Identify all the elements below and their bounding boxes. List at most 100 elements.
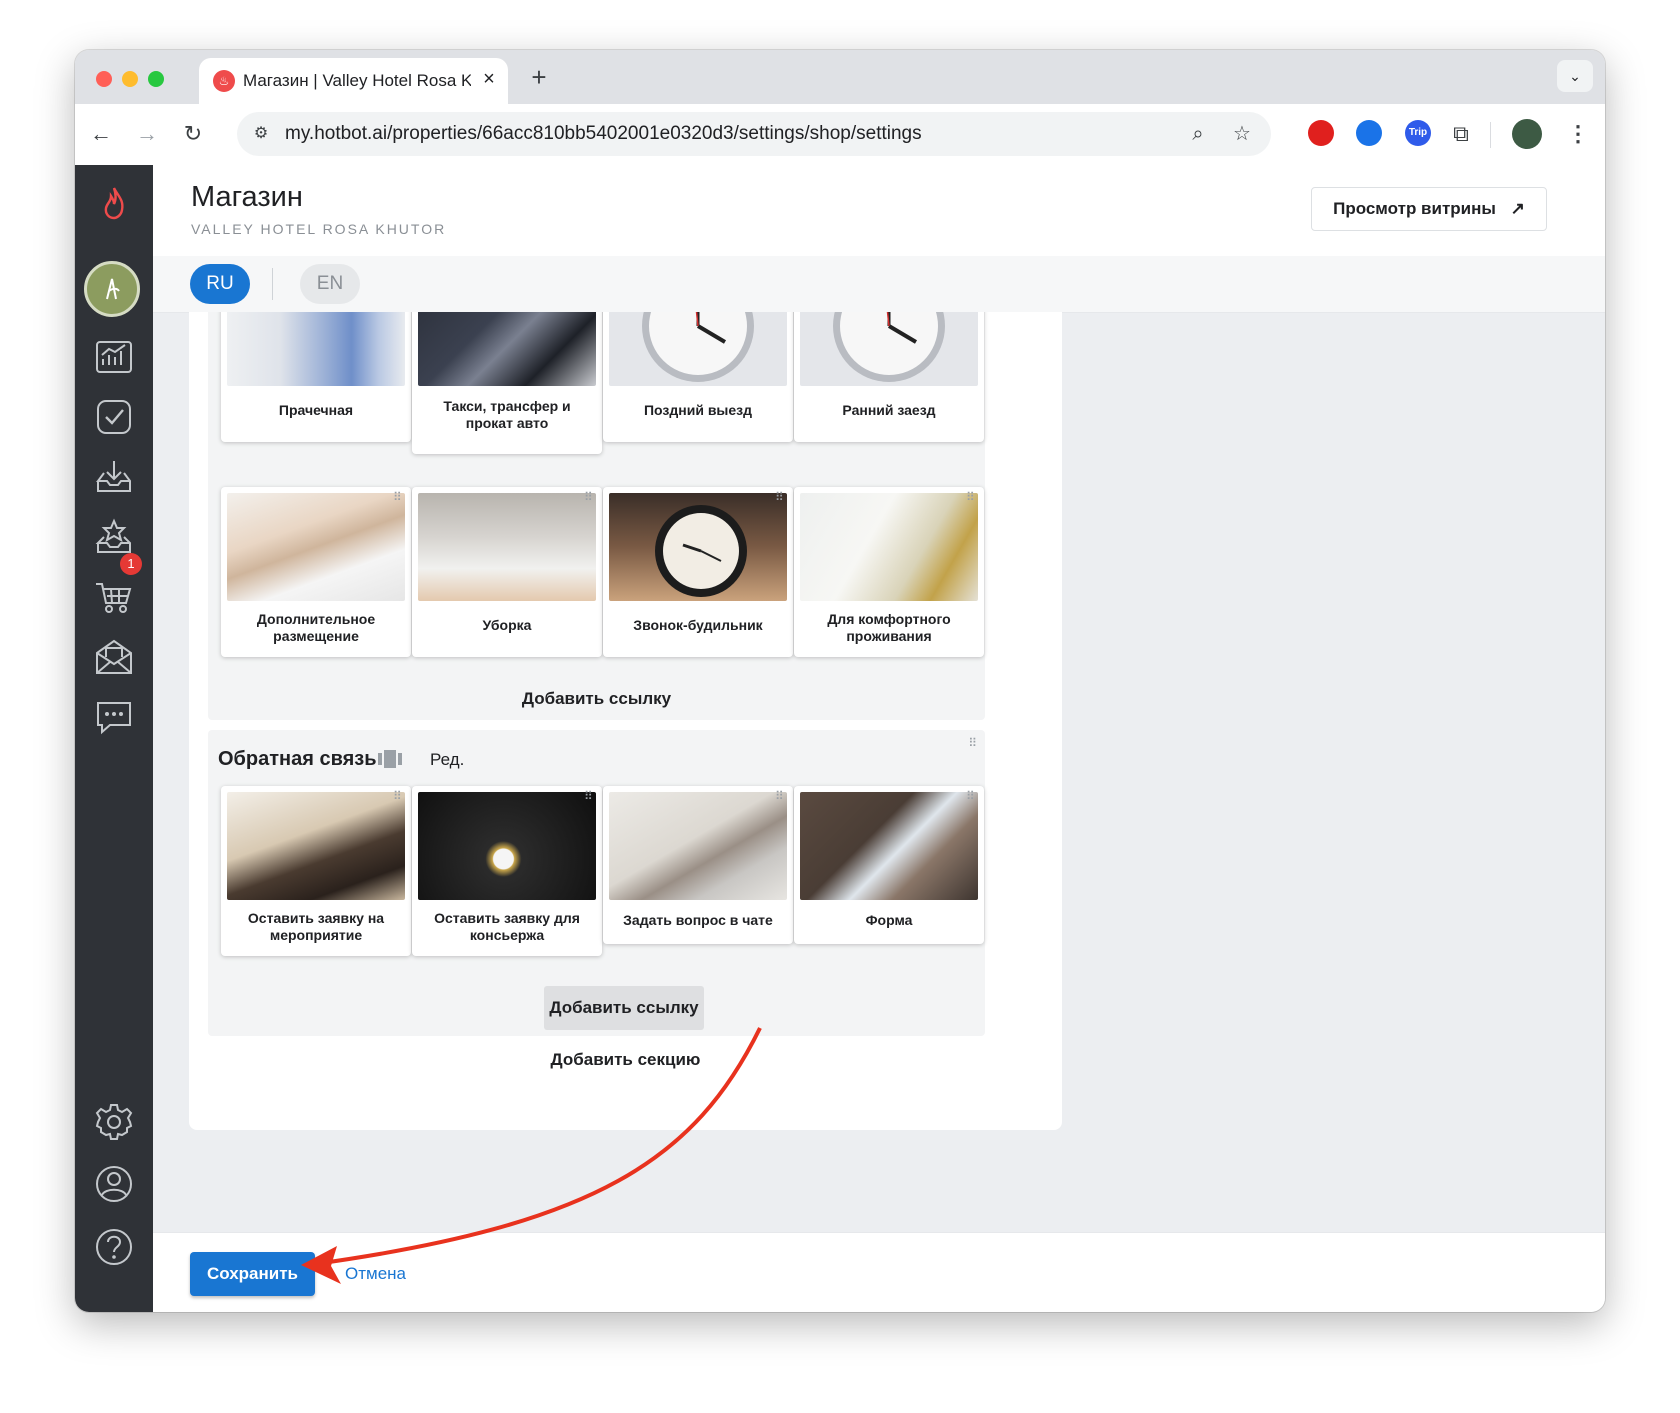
add-section-button[interactable]: Добавить секцию [189,1050,1062,1070]
hotbot-favicon-icon: ♨ [213,70,235,92]
tasks-icon[interactable] [92,395,136,439]
property-avatar[interactable] [84,261,140,317]
bookmark-star-icon[interactable]: ☆ [1229,121,1255,147]
save-button[interactable]: Сохранить [190,1252,315,1296]
browser-tab[interactable]: ♨ Магазин | Valley Hotel Rosa K × [199,58,508,104]
url-text[interactable]: my.hotbot.ai/properties/66acc810bb540200… [285,123,922,145]
close-window-button[interactable] [96,71,112,87]
browser-toolbar: ← → ↻ ⚙ my.hotbot.ai/properties/66acc810… [75,104,1605,166]
service-tile[interactable]: ⠿ Такси, трансфер и прокат авто [412,312,602,454]
page-title: Магазин [191,181,303,213]
language-tabs: RU EN [153,256,1605,313]
service-tile[interactable]: ⠿ Ранний заезд [794,312,984,442]
feedback-tile[interactable]: ⠿ Форма [794,786,984,944]
page-footer: Сохранить Отмена [153,1232,1605,1312]
drag-handle-icon[interactable]: ⠿ [966,491,976,509]
forward-arrow-icon[interactable]: → [131,118,163,150]
add-link-button[interactable]: Добавить ссылку [514,677,679,721]
tile-label: Оставить заявку на мероприятие [247,910,385,943]
external-link-icon: ↗ [1510,199,1525,218]
app-sidebar: 1 [75,165,153,1312]
form-image [800,792,978,900]
zoom-icon[interactable]: ⌕ [1185,121,1211,147]
service-tile[interactable]: ⠿ Дополнительное размещение [221,487,411,657]
hotbot-logo-icon[interactable] [92,180,136,224]
lang-en-tab[interactable]: EN [300,264,360,304]
service-tile[interactable]: ⠿ Прачечная [221,312,411,442]
service-tile[interactable]: ⠿ Уборка [412,487,602,657]
feedback-tile[interactable]: ⠿ Оставить заявку на мероприятие [221,786,411,956]
cancel-button[interactable]: Отмена [345,1264,406,1284]
wake-up-call-image [609,493,787,601]
reviews-badge: 1 [120,553,142,575]
clock-late-icon [642,312,754,382]
drag-handle-icon[interactable]: ⠿ [393,790,403,808]
drag-handle-icon[interactable]: ⠿ [775,491,785,509]
lang-divider [272,268,273,300]
services-section: ⠿ Прачечная ⠿ Такси, трансфер и прокат а… [208,312,985,720]
maximize-window-button[interactable] [148,71,164,87]
late-checkout-image [609,312,787,386]
comfort-stay-image [800,493,978,601]
kebab-menu-icon[interactable]: ⋮ [1562,118,1594,150]
reload-icon[interactable]: ↻ [177,118,209,150]
minimize-window-button[interactable] [122,71,138,87]
service-tile[interactable]: ⠿ Для комфортного проживания [794,487,984,657]
inbox-download-icon[interactable] [92,455,136,499]
trip-extension-icon[interactable]: Trip [1405,120,1431,146]
settings-gear-icon[interactable] [92,1100,136,1144]
add-link-button[interactable]: Добавить ссылку [544,986,704,1030]
service-tile[interactable]: ⠿ Поздний выезд [603,312,793,442]
tile-label: Форма [865,912,913,928]
tile-label: Такси, трансфер и прокат авто [443,398,571,431]
toolbar-divider [1490,122,1491,148]
tag-extension-icon[interactable] [1356,120,1382,146]
chat-question-image [609,792,787,900]
browser-window: ♨ Магазин | Valley Hotel Rosa K × + ⌄ ← … [75,50,1605,1312]
view-storefront-button[interactable]: Просмотр витрины ↗ [1311,187,1547,231]
section-drag-handle-icon[interactable]: ⠿ [968,737,977,749]
lang-ru-tab[interactable]: RU [190,264,250,304]
shop-editor-panel: ⠿ Прачечная ⠿ Такси, трансфер и прокат а… [189,312,1062,1130]
tile-label: Для комфортного проживания [827,611,951,644]
back-arrow-icon[interactable]: ← [85,118,117,150]
event-request-image [227,792,405,900]
tile-label: Поздний выезд [643,402,753,418]
laundry-image [227,312,405,386]
drag-handle-icon[interactable]: ⠿ [584,491,594,509]
address-bar[interactable]: ⚙ my.hotbot.ai/properties/66acc810bb5402… [237,112,1271,156]
new-tab-button[interactable]: + [523,61,555,93]
page-header: Магазин VALLEY HOTEL ROSA KHUTOR Просмот… [153,165,1605,257]
tile-label: Уборка [482,617,532,633]
early-checkin-image [800,312,978,386]
profile-icon[interactable] [92,1162,136,1206]
feedback-tile[interactable]: ⠿ Оставить заявку для консьержа [412,786,602,956]
chat-icon[interactable] [92,695,136,739]
drag-handle-icon[interactable]: ⠿ [966,790,976,808]
drag-handle-icon[interactable]: ⠿ [393,491,403,509]
service-tile[interactable]: ⠿ Звонок-будильник [603,487,793,657]
site-settings-icon[interactable]: ⚙ [249,122,273,146]
shop-cart-icon[interactable] [92,575,136,619]
drag-handle-icon[interactable]: ⠿ [584,790,594,808]
tile-label: Прачечная [278,402,354,418]
profile-avatar[interactable] [1512,119,1542,149]
tile-label: Ранний заезд [842,402,936,418]
section-reorder-icon[interactable] [378,750,402,768]
drag-handle-icon[interactable]: ⠿ [775,790,785,808]
extensions-icon[interactable]: ⧉ [1445,118,1477,150]
feedback-tile[interactable]: ⠿ Задать вопрос в чате [603,786,793,944]
view-storefront-label: Просмотр витрины [1333,199,1496,218]
tab-close-icon[interactable]: × [477,67,501,91]
section-edit-link[interactable]: Ред. [430,750,464,770]
tile-label: Оставить заявку для консьержа [434,910,580,943]
tile-label: Задать вопрос в чате [623,912,773,928]
help-icon[interactable] [92,1225,136,1269]
opera-adblock-icon[interactable] [1308,120,1334,146]
property-name: VALLEY HOTEL ROSA KHUTOR [191,221,447,237]
analytics-icon[interactable] [92,335,136,379]
mail-campaign-icon[interactable] [92,635,136,679]
tile-label: Звонок-будильник [633,617,763,633]
tab-search-button[interactable]: ⌄ [1557,60,1593,92]
property-logo-icon [106,278,120,300]
